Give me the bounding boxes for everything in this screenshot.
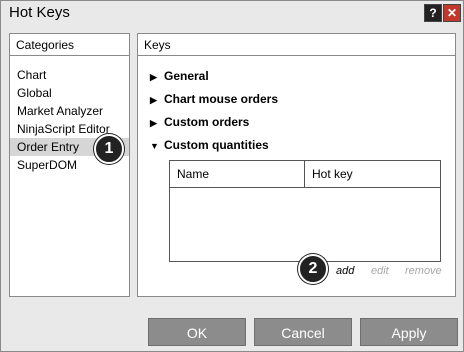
section-label: Chart mouse orders <box>164 92 279 106</box>
callout-badge-1: 1 <box>94 134 124 164</box>
column-header-hotkey[interactable]: Hot key <box>305 161 440 187</box>
table-header: Name Hot key <box>170 161 440 188</box>
expand-arrow-icon: ▶ <box>150 72 157 82</box>
category-chart[interactable]: Chart <box>10 66 129 84</box>
section-chart-mouse-orders[interactable]: ▶ Chart mouse orders <box>150 90 278 108</box>
keys-header: Keys <box>138 34 455 56</box>
categories-header: Categories <box>10 34 129 56</box>
title-bar: Hot Keys ? ✕ <box>1 1 463 25</box>
categories-panel: Categories Chart Global Market Analyzer … <box>9 33 130 297</box>
category-global[interactable]: Global <box>10 84 129 102</box>
expand-arrow-icon: ▶ <box>150 118 157 128</box>
close-button[interactable]: ✕ <box>443 4 461 22</box>
section-general[interactable]: ▶ General <box>150 67 209 85</box>
custom-quantities-table: Name Hot key <box>169 160 441 262</box>
edit-link[interactable]: edit <box>371 265 389 277</box>
section-custom-orders[interactable]: ▶ Custom orders <box>150 113 249 131</box>
collapse-arrow-icon: ▼ <box>150 141 159 151</box>
ok-button[interactable]: OK <box>148 318 246 346</box>
expand-arrow-icon: ▶ <box>150 95 157 105</box>
column-header-name[interactable]: Name <box>170 161 305 187</box>
remove-link[interactable]: remove <box>405 265 442 277</box>
section-label: Custom quantities <box>164 138 269 152</box>
apply-button[interactable]: Apply <box>360 318 458 346</box>
category-market-analyzer[interactable]: Market Analyzer <box>10 102 129 120</box>
callout-badge-2: 2 <box>298 254 328 284</box>
window-title: Hot Keys <box>9 4 70 21</box>
section-label: Custom orders <box>164 115 250 129</box>
section-label: General <box>164 69 209 83</box>
section-custom-quantities[interactable]: ▼ Custom quantities <box>150 136 269 154</box>
cancel-button[interactable]: Cancel <box>254 318 352 346</box>
add-link[interactable]: add <box>336 265 354 277</box>
help-button[interactable]: ? <box>424 4 442 22</box>
keys-panel: Keys ▶ General ▶ Chart mouse orders ▶ Custo… <box>137 33 456 297</box>
hot-keys-dialog: Hot Keys ? ✕ Categories Chart Global Mar… <box>0 0 464 352</box>
